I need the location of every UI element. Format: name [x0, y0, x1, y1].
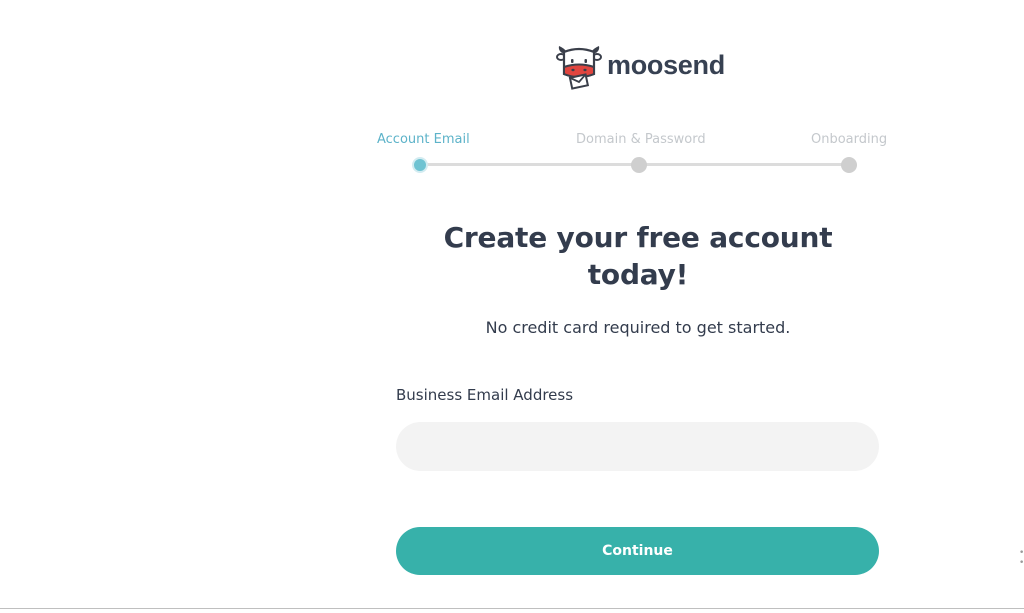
bottom-divider	[0, 608, 1024, 609]
continue-button[interactable]: Continue	[396, 527, 879, 575]
step-label-onboarding: Onboarding	[811, 132, 888, 147]
step-dot-onboarding	[841, 157, 857, 173]
page-subtitle: No credit card required to get started.	[485, 318, 791, 337]
edge-glyph: • •	[1019, 548, 1024, 568]
page-title: Create your free account today!	[443, 221, 833, 291]
step-dot-domain-password	[631, 157, 647, 173]
step-dot-account-email	[412, 157, 428, 173]
email-field[interactable]	[396, 422, 879, 471]
step-label-account-email: Account Email	[377, 132, 470, 147]
signup-stepper: Account Email Domain & Password Onboardi…	[0, 0, 1024, 200]
signup-page: moosend Account Email Domain & Password …	[0, 0, 1024, 613]
step-label-domain-password: Domain & Password	[576, 132, 706, 147]
email-field-label: Business Email Address	[396, 386, 574, 404]
